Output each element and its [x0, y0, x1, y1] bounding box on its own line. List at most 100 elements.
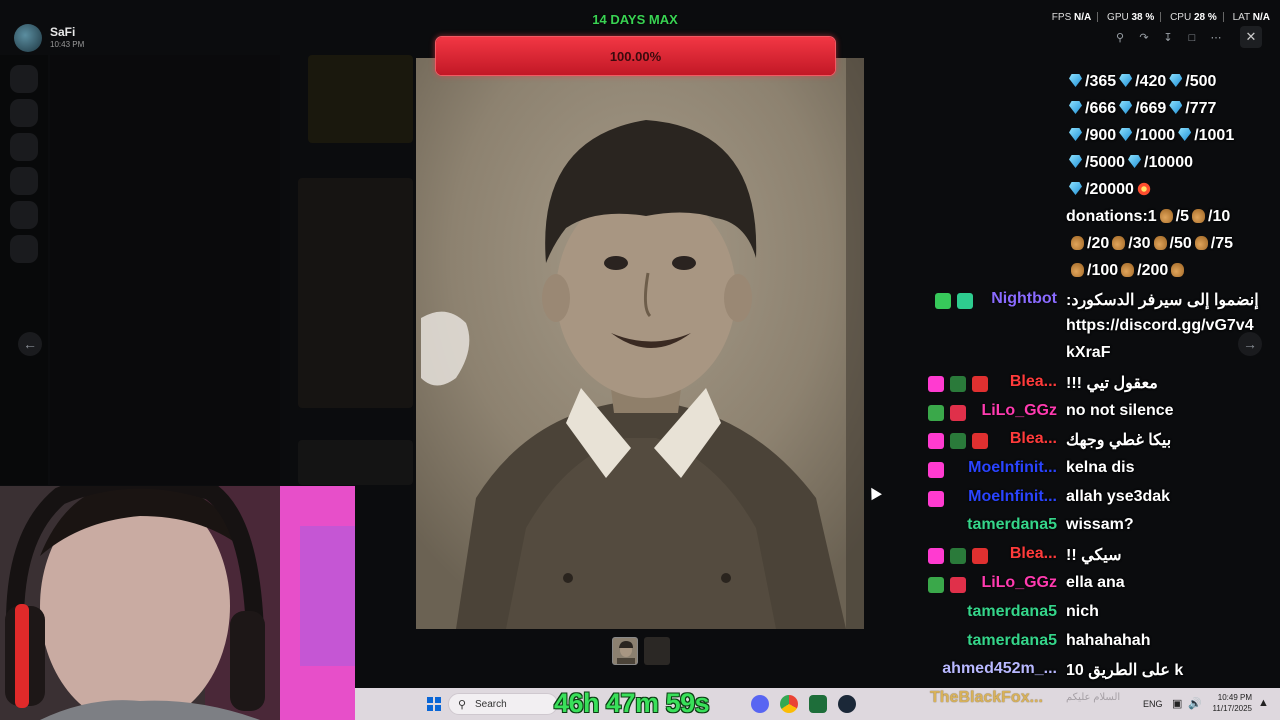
chat-badge-icon [950, 577, 966, 593]
chat-badge-icon [950, 433, 966, 449]
diamond-icon [1069, 155, 1082, 168]
cpu-value: 28 % [1193, 12, 1217, 23]
chat-username[interactable]: MoeInfinit... [968, 459, 1057, 477]
chat-badge-icon [972, 433, 988, 449]
chat-badge-icon [972, 376, 988, 392]
tier-value: /50 [1169, 235, 1192, 252]
opened-photo [416, 58, 864, 629]
tier-value: /1001 [1194, 127, 1235, 144]
diamond-icon [1169, 101, 1183, 114]
chat-message: بيكا غطي وجهك [1066, 432, 1172, 449]
background-image [298, 178, 413, 408]
diamond-icon [1128, 155, 1142, 168]
diamond-icon [1069, 128, 1082, 141]
tier-value: /666 [1085, 100, 1117, 117]
chat-username[interactable]: tamerdana5 [967, 632, 1057, 650]
channel-list [50, 55, 280, 485]
chat-username[interactable]: tamerdana5 [967, 603, 1057, 621]
server-icon[interactable] [10, 99, 38, 127]
chat-message-link[interactable]: https://discord.gg/vG7v4 [1066, 317, 1254, 335]
server-icon[interactable] [10, 235, 38, 263]
chat-message: !! سيكي [1066, 547, 1122, 564]
chat-badge-icon [928, 577, 944, 593]
clock-time: 10:49 PM [1217, 693, 1252, 702]
chat-username[interactable]: tamerdana5 [967, 516, 1057, 534]
diamond-icon [1169, 74, 1183, 87]
server-icon[interactable] [10, 133, 38, 161]
donation-tier-line: donations:1/5/10 [1066, 208, 1230, 226]
arrow-right-icon[interactable]: → [1238, 332, 1262, 356]
tier-value: /365 [1085, 73, 1117, 90]
taskbar-clock[interactable]: 10:49 PM 11/17/2025 [1206, 692, 1252, 714]
money-bag-icon [1194, 236, 1208, 250]
more-icon[interactable]: ⋯ [1207, 30, 1225, 46]
arrow-left-icon[interactable]: ← [18, 332, 42, 356]
chat-username[interactable]: Blea... [1010, 430, 1057, 448]
goal-percent: 100.00% [609, 49, 662, 64]
avatar[interactable] [14, 24, 42, 52]
chat-badge-icon [928, 462, 944, 478]
open-external-icon[interactable]: □ [1183, 30, 1201, 46]
chat-username[interactable]: LiLo_GGz [981, 402, 1057, 420]
chat-badge-icon [928, 491, 944, 507]
diamond-icon [1069, 101, 1082, 114]
tier-value: /5000 [1085, 154, 1126, 171]
chat-username[interactable]: MoeInfinit... [968, 488, 1057, 506]
search-placeholder: Search [475, 699, 507, 710]
steam-icon[interactable] [838, 695, 856, 713]
language-indicator[interactable]: ENG [1143, 699, 1163, 709]
chrome-icon[interactable] [780, 695, 798, 713]
chat-username[interactable]: LiLo_GGz [981, 574, 1057, 592]
background-image [298, 440, 413, 485]
network-icon[interactable]: ▣ [1172, 697, 1182, 710]
tier-value: /669 [1135, 100, 1167, 117]
chat-message: no not silence [1066, 402, 1174, 419]
notification-icon[interactable]: ▲ [1258, 697, 1269, 709]
chat-username[interactable]: Blea... [1010, 373, 1057, 391]
gpu-label: GPU [1107, 12, 1129, 23]
tier-value: /200 [1137, 262, 1169, 279]
donation-tier-line: /900/1000/1001 [1066, 127, 1234, 145]
diamond-icon [1119, 128, 1133, 141]
background-image [308, 55, 413, 143]
chat-username[interactable]: Nightbot [991, 290, 1057, 308]
share-icon[interactable]: ↷ [1135, 30, 1153, 46]
tier-value: /777 [1185, 100, 1217, 117]
taskbar-search[interactable]: ⚲ Search [448, 693, 558, 715]
chat-username[interactable]: ahmed452m_... [942, 660, 1057, 678]
diamond-icon [1069, 182, 1082, 195]
discord-icon[interactable] [751, 695, 769, 713]
search-icon[interactable]: ⚲ [1111, 30, 1129, 46]
server-icon[interactable] [10, 201, 38, 229]
fps-value: N/A [1074, 12, 1092, 23]
diamond-icon [1069, 74, 1082, 87]
sparkle-icon [1136, 182, 1151, 196]
chat-username[interactable]: Blea... [1010, 545, 1057, 563]
volume-icon[interactable]: 🔊 [1188, 697, 1202, 710]
photo-thumbnail[interactable] [644, 637, 670, 665]
tier-value: /100 [1087, 262, 1119, 279]
money-bag-icon [1071, 263, 1084, 277]
chat-message-link[interactable]: kXraF [1066, 344, 1110, 362]
goal-progress-bar: 100.00% [435, 36, 836, 76]
windows-icon[interactable] [427, 697, 441, 711]
app-icon[interactable] [809, 695, 827, 713]
overlay-channel-name: TheBlackFox... [930, 689, 1043, 706]
chat-badge-icon [950, 376, 966, 392]
close-icon[interactable]: ✕ [1240, 26, 1262, 48]
chat-badge-icon [957, 293, 973, 309]
chat-message: kelna dis [1066, 459, 1135, 476]
photo-thumbnail[interactable] [612, 637, 638, 665]
chat-badge-icon [950, 405, 966, 421]
money-bag-icon [1192, 209, 1206, 223]
chat-message: على الطريق 10 k [1066, 662, 1184, 679]
server-icon[interactable] [10, 65, 38, 93]
download-icon[interactable]: ↧ [1159, 30, 1177, 46]
donation-tier-line: /5000/10000 [1066, 154, 1193, 172]
donation-tier-line: /20/30/50/75 [1068, 235, 1233, 253]
server-icon[interactable] [10, 167, 38, 195]
tier-value: /500 [1185, 73, 1217, 90]
money-bag-icon [1159, 209, 1173, 223]
chat-message: :إنضموا إلى سيرفر الدسكورد [1066, 292, 1259, 309]
lat-label: LAT [1232, 12, 1250, 23]
